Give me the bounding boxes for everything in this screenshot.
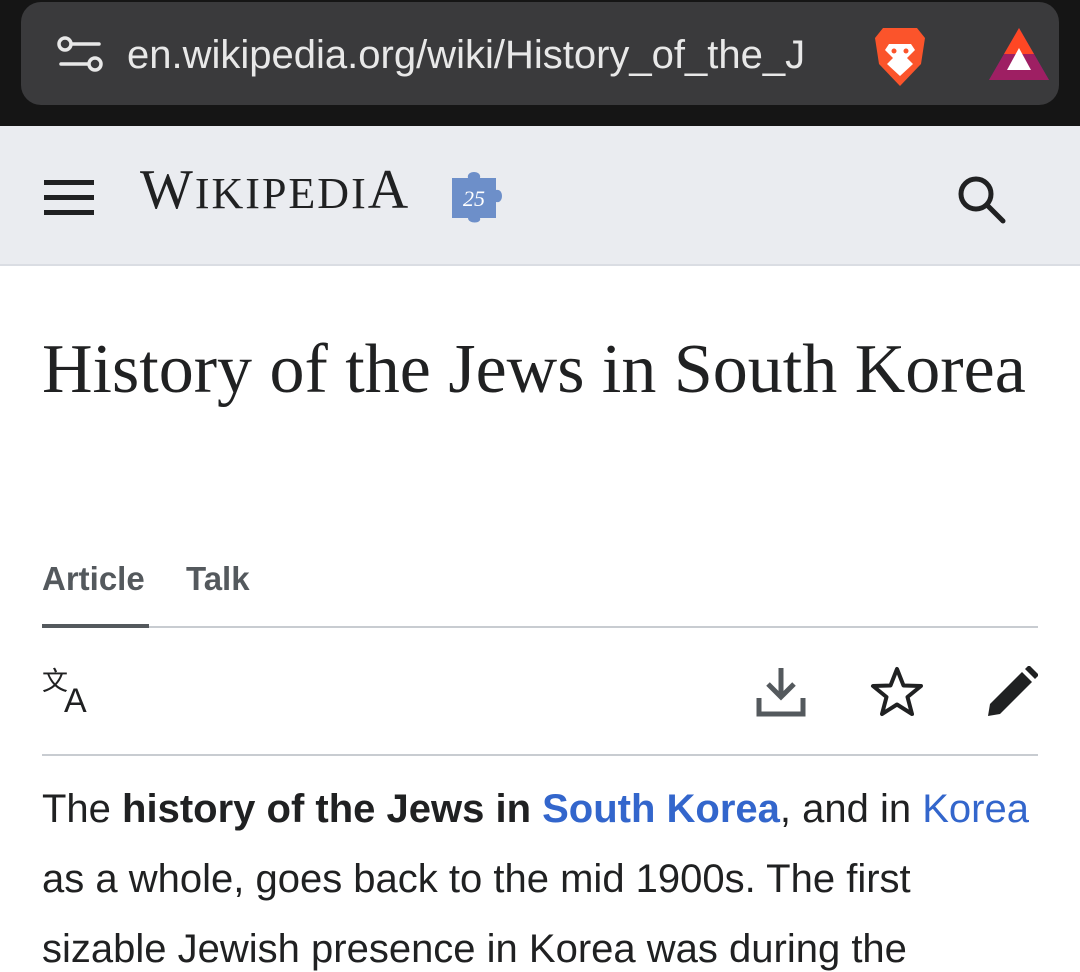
- tab-article[interactable]: Article: [42, 556, 149, 628]
- search-icon[interactable]: [954, 172, 1008, 226]
- anniversary-badge-text: 25: [463, 186, 485, 211]
- edit-pencil-icon[interactable]: [986, 666, 1038, 718]
- article-intro-paragraph: The history of the Jews in South Korea, …: [42, 774, 1042, 972]
- wikipedia-25-puzzle-icon: 25: [452, 172, 502, 223]
- brave-lion-icon[interactable]: [871, 24, 929, 90]
- wordmark-final: A: [367, 159, 411, 221]
- bat-rewards-icon[interactable]: [987, 26, 1051, 82]
- namespace-tabs: Article Talk: [42, 556, 1038, 628]
- wordmark-middle: IKIPEDI: [194, 169, 368, 218]
- browser-toolbar: en.wikipedia.org/wiki/History_of_the_J: [0, 0, 1080, 126]
- intro-text-3: as a whole, goes back to the mid 1900s. …: [42, 857, 911, 971]
- page-actions-bar: 文 A: [42, 628, 1038, 756]
- page-title: History of the Jews in South Korea: [42, 331, 1026, 408]
- tab-talk[interactable]: Talk: [186, 556, 250, 628]
- menu-icon[interactable]: [44, 178, 94, 218]
- translate-icon[interactable]: 文 A: [42, 666, 98, 716]
- wikipedia-header: WIKIPEDIA 25: [0, 126, 1080, 266]
- link-korea[interactable]: Korea: [922, 787, 1029, 831]
- download-icon[interactable]: [756, 666, 806, 718]
- wikipedia-wordmark[interactable]: WIKIPEDIA: [140, 160, 410, 220]
- link-south-korea[interactable]: South Korea: [542, 787, 780, 831]
- address-bar[interactable]: en.wikipedia.org/wiki/History_of_the_J: [21, 2, 1059, 105]
- intro-text-2: , and in: [779, 787, 923, 831]
- intro-bold-term: history of the Jews in: [122, 787, 543, 831]
- wordmark-initial: W: [140, 159, 195, 221]
- star-icon[interactable]: [869, 666, 925, 718]
- url-text[interactable]: en.wikipedia.org/wiki/History_of_the_J: [127, 30, 849, 80]
- svg-text:A: A: [64, 682, 87, 716]
- site-settings-icon[interactable]: [57, 34, 103, 76]
- intro-text-1: The: [42, 787, 123, 831]
